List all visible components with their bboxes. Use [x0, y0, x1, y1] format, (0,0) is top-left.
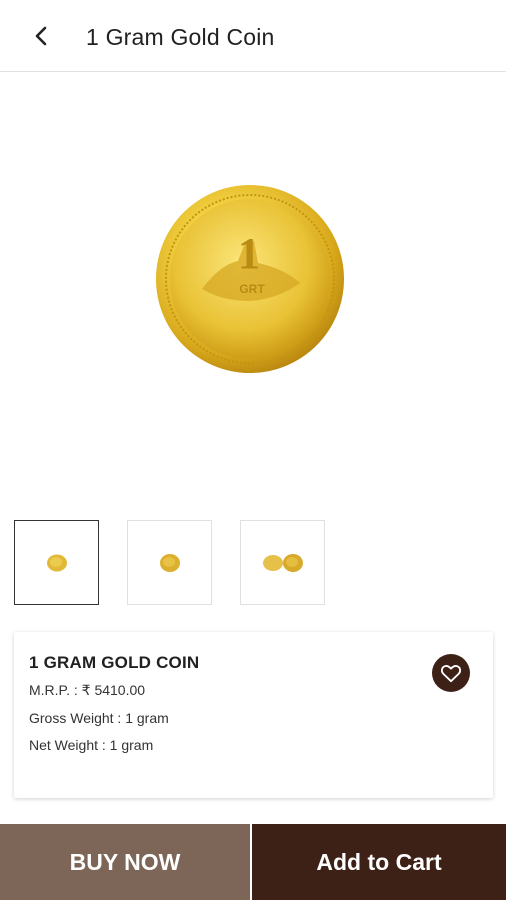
product-gross-weight: Gross Weight : 1 gram — [29, 710, 169, 726]
gold-coins-pair-thumb-icon — [262, 553, 303, 572]
bottom-action-bar: BUY NOW Add to Cart — [0, 824, 506, 900]
product-main-image[interactable]: 1 GRT — [0, 73, 506, 493]
thumbnail-2[interactable] — [127, 520, 212, 605]
gold-coin-thumb-icon — [159, 553, 180, 572]
add-to-cart-button[interactable]: Add to Cart — [252, 824, 506, 900]
product-name: 1 GRAM GOLD COIN — [29, 653, 200, 672]
product-net-weight: Net Weight : 1 gram — [29, 737, 154, 753]
wishlist-button[interactable] — [432, 654, 470, 692]
product-info-card: 1 GRAM GOLD COIN M.R.P. : ₹ 5410.00 Gros… — [14, 632, 493, 798]
app-header: 1 Gram Gold Coin — [0, 0, 506, 72]
chevron-left-icon — [35, 26, 47, 46]
coin-mark-text: 1 — [238, 229, 260, 278]
page-title: 1 Gram Gold Coin — [86, 24, 275, 50]
svg-text:GRT: GRT — [239, 282, 265, 296]
product-mrp: M.R.P. : ₹ 5410.00 — [29, 682, 146, 698]
thumbnail-1[interactable] — [14, 520, 99, 605]
back-button[interactable] — [24, 18, 60, 54]
gold-coin-thumb-icon — [46, 554, 67, 571]
gold-coin-image: 1 GRT — [150, 183, 350, 383]
thumbnail-3[interactable] — [240, 520, 325, 605]
buy-now-button[interactable]: BUY NOW — [0, 824, 252, 900]
heart-icon — [440, 665, 462, 683]
product-detail-screen: 1 Gram Gold Coin 1 GRT 1 GRAM GOLD COIN … — [0, 0, 506, 900]
